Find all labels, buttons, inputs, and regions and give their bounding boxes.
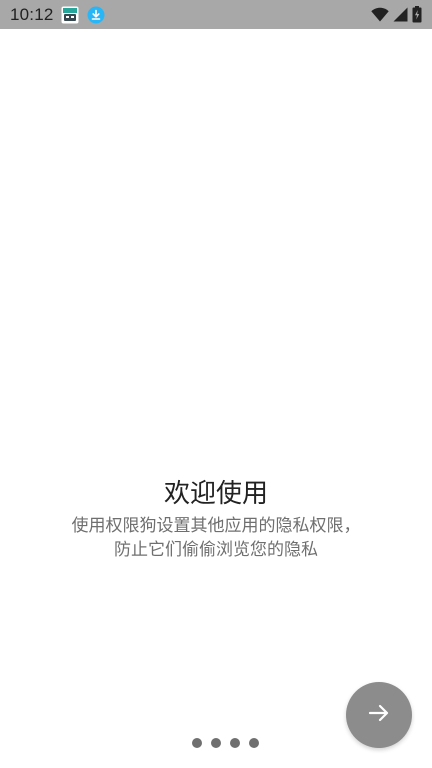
next-button[interactable] [346, 682, 412, 748]
welcome-description-line-1: 使用权限狗设置其他应用的隐私权限， [71, 516, 361, 536]
battery-charging-icon [412, 6, 422, 23]
status-time: 10:12 [10, 4, 54, 24]
welcome-description: 使用权限狗设置其他应用的隐私权限， 防止它们偷偷浏览您的隐私 [40, 514, 392, 562]
page-dot-3 [229, 738, 240, 748]
page-dot-1 [191, 738, 202, 748]
status-bar: 10:12 [0, 0, 432, 29]
welcome-title: 欢迎使用 [163, 479, 268, 509]
status-indicators [371, 6, 422, 23]
welcome-description-line-2: 防止它们偷偷浏览您的隐私 [114, 540, 318, 560]
wifi-icon [371, 7, 389, 22]
arrow-right-icon [367, 701, 391, 729]
app-notification-icon [61, 6, 79, 24]
page-dot-4 [248, 738, 259, 748]
page-dot-2 [210, 738, 221, 748]
cell-signal-icon [393, 7, 408, 22]
welcome-screen: 10:12 欢迎使用 使用权限狗设置其他应用的隐私权限， 防止它们偷偷浏览您的隐… [0, 0, 432, 768]
download-icon [87, 6, 105, 24]
